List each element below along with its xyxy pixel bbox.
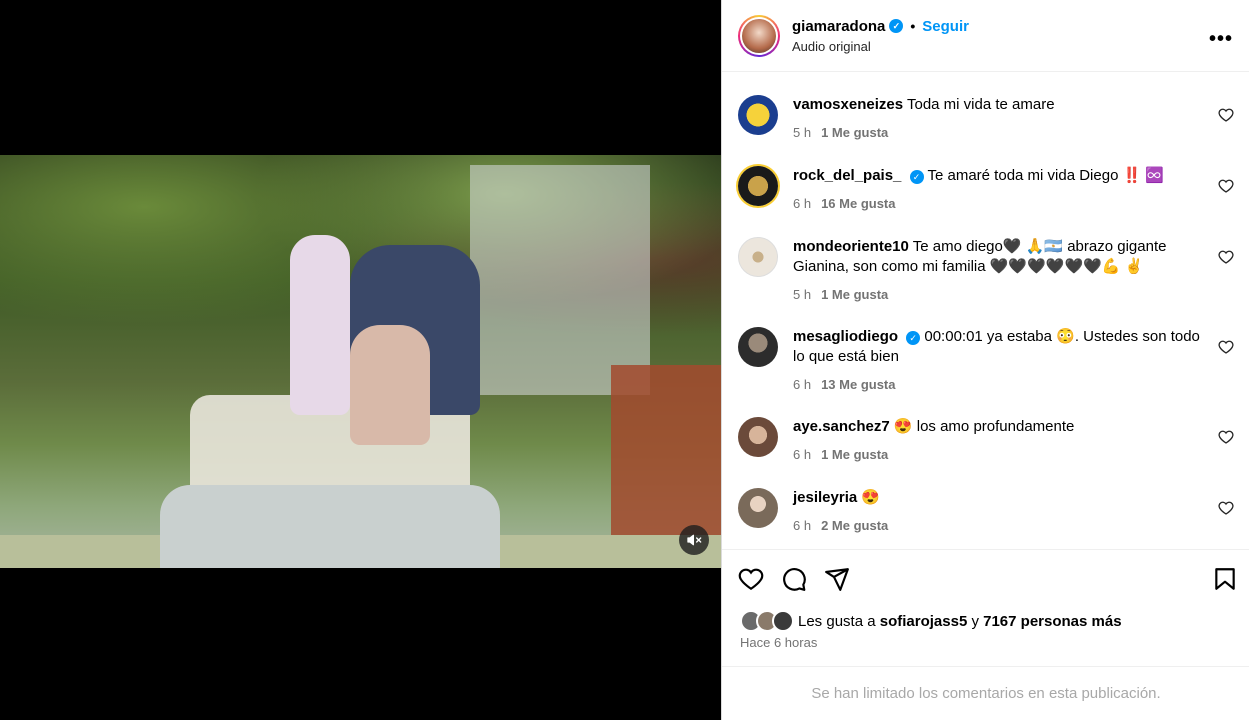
comment-avatar[interactable]: [738, 488, 778, 528]
verified-badge-icon: ✓: [889, 19, 904, 33]
comment-avatar[interactable]: [738, 237, 778, 277]
likes-and: y: [971, 612, 979, 630]
comment-text: 😍 los amo profundamente: [893, 418, 1075, 435]
comment-likes[interactable]: 13 Me gusta: [821, 377, 895, 392]
comment-likes[interactable]: 1 Me gusta: [821, 287, 888, 302]
comment-item: mondeoriente10 Te amo diego🖤 🙏🇦🇷 abrazo …: [738, 237, 1234, 303]
share-icon[interactable]: [824, 566, 850, 592]
author-avatar[interactable]: [738, 14, 780, 57]
comment-time[interactable]: 6 h: [793, 196, 811, 211]
comment-avatar[interactable]: [738, 166, 778, 206]
media-pane: [0, 0, 721, 720]
save-bookmark-icon[interactable]: [1212, 566, 1238, 592]
comment-username[interactable]: mondeoriente10: [793, 238, 909, 255]
post-panel: giamaradona ✓ • Seguir Audio original ••…: [721, 0, 1249, 720]
verified-badge-icon: ✓: [909, 170, 924, 184]
comment-username[interactable]: jesileyria: [793, 489, 857, 506]
author-info: giamaradona ✓ • Seguir Audio original: [792, 18, 969, 54]
verified-badge-icon: ✓: [906, 331, 921, 345]
liked-by-user[interactable]: sofiarojass5: [880, 613, 968, 630]
comment-username[interactable]: aye.sanchez7: [793, 418, 890, 435]
comment-avatar[interactable]: [738, 417, 778, 457]
liker-avatar: [772, 610, 794, 632]
post-actions: Les gusta a sofiarojass5 y 7167 personas…: [722, 549, 1249, 667]
comments-limited-notice: Se han limitado los comentarios en esta …: [811, 685, 1161, 702]
comment-item: mesagliodiego ✓ 00:00:01 ya estaba 😳. Us…: [738, 327, 1234, 393]
comment-item: jesileyria 😍 6 h 2 Me gusta: [738, 488, 1234, 538]
video-golf-cart: [160, 485, 500, 568]
comment-time[interactable]: 6 h: [793, 377, 811, 392]
comment-likes[interactable]: 2 Me gusta: [821, 518, 888, 533]
follow-button[interactable]: Seguir: [922, 18, 969, 35]
video-player[interactable]: [0, 155, 721, 568]
comment-text: 😍: [861, 489, 881, 506]
heart-icon[interactable]: [1218, 249, 1234, 265]
heart-icon[interactable]: [1218, 429, 1234, 445]
post-time[interactable]: Hace 6 horas: [740, 635, 817, 650]
comment-likes[interactable]: 16 Me gusta: [821, 196, 895, 211]
like-heart-icon[interactable]: [738, 566, 764, 592]
mute-button[interactable]: [679, 525, 709, 555]
audio-label[interactable]: Audio original: [792, 39, 969, 54]
video-person-girl: [290, 235, 350, 415]
more-icon[interactable]: •••: [1209, 28, 1233, 51]
post-header: giamaradona ✓ • Seguir Audio original ••…: [722, 0, 1249, 72]
comment-username[interactable]: mesagliodiego: [793, 328, 898, 345]
liker-avatars[interactable]: [740, 610, 796, 632]
video-building: [470, 165, 650, 395]
comments-list: vamosxeneizes Toda mi vida te amare 5 h 1…: [722, 73, 1249, 549]
comment-item: vamosxeneizes Toda mi vida te amare 5 h 1…: [738, 95, 1234, 145]
comment-item: rock_del_pais_ ✓ Te amaré toda mi vida D…: [738, 166, 1234, 216]
author-username[interactable]: giamaradona: [792, 18, 885, 35]
heart-icon[interactable]: [1218, 339, 1234, 355]
comment-time[interactable]: 5 h: [793, 287, 811, 302]
comment-time[interactable]: 5 h: [793, 125, 811, 140]
comment-avatar[interactable]: [738, 95, 778, 135]
action-icons: [738, 566, 1235, 592]
separator-dot: •: [910, 18, 916, 34]
comment-text: Toda mi vida te amare: [906, 96, 1055, 113]
comment-time[interactable]: 6 h: [793, 447, 811, 462]
post-viewer: giamaradona ✓ • Seguir Audio original ••…: [0, 0, 1249, 720]
video-wall: [611, 365, 721, 545]
likes-summary: Les gusta a sofiarojass5 y 7167 personas…: [740, 610, 1122, 632]
heart-icon[interactable]: [1218, 178, 1234, 194]
comment-item: aye.sanchez7 😍 los amo profundamente 6 h…: [738, 417, 1234, 467]
likes-prefix: Les gusta a: [798, 612, 876, 630]
comment-text: Te amaré toda mi vida Diego ‼️ ♾️: [927, 167, 1165, 184]
likes-others[interactable]: 7167 personas más: [983, 613, 1121, 630]
comment-likes[interactable]: 1 Me gusta: [821, 125, 888, 140]
comment-time[interactable]: 6 h: [793, 518, 811, 533]
heart-icon[interactable]: [1218, 107, 1234, 123]
comment-username[interactable]: rock_del_pais_: [793, 167, 901, 184]
comment-icon[interactable]: [781, 566, 807, 592]
video-person-child: [350, 325, 430, 445]
speaker-muted-icon: [687, 534, 702, 546]
comment-avatar[interactable]: [738, 327, 778, 367]
comment-username[interactable]: vamosxeneizes: [793, 96, 903, 113]
heart-icon[interactable]: [1218, 500, 1234, 516]
comment-likes[interactable]: 1 Me gusta: [821, 447, 888, 462]
